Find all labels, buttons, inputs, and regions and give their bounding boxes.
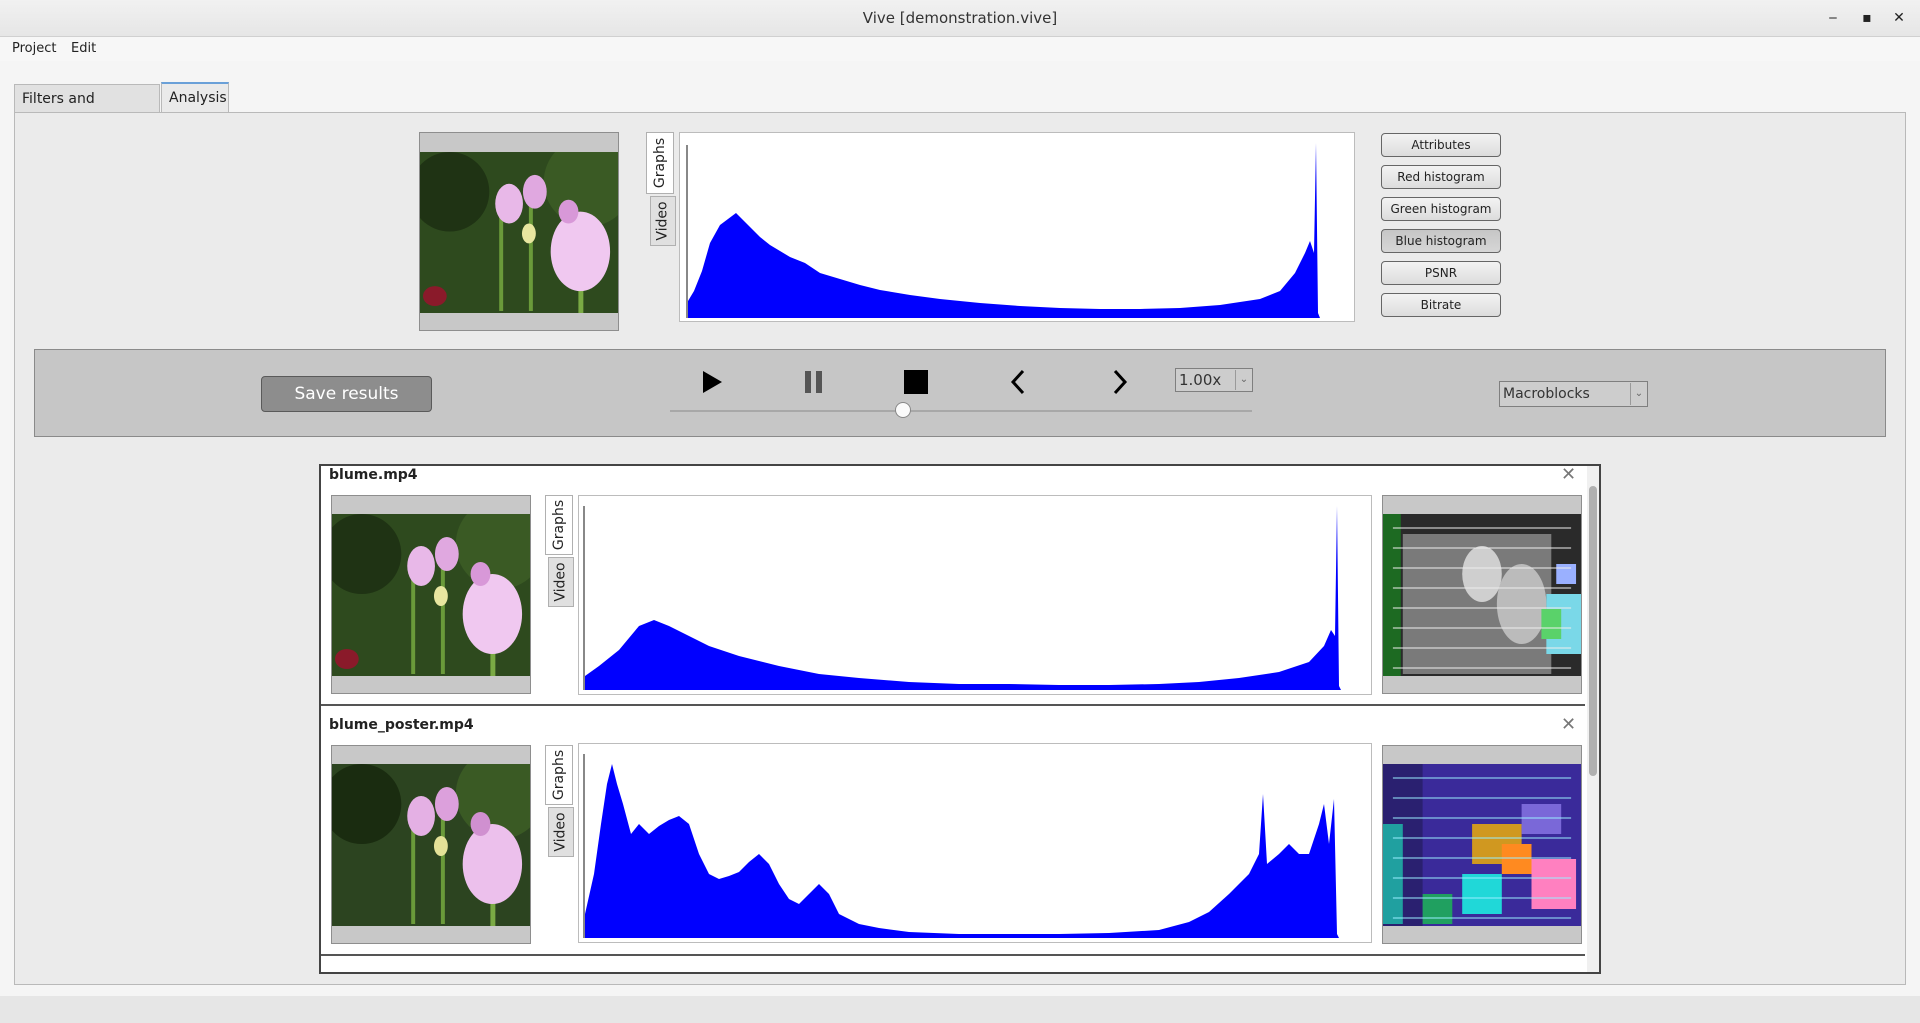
preview-tab-graphs[interactable]: Graphs <box>646 132 674 194</box>
save-results-button[interactable]: Save results <box>261 376 432 412</box>
menu-project[interactable]: Project <box>9 40 59 58</box>
play-icon[interactable] <box>692 366 732 398</box>
tulip-image <box>332 514 530 676</box>
tab-analysis[interactable]: Analysis <box>161 82 229 112</box>
video-title: blume.mp4 <box>329 467 418 483</box>
stop-icon[interactable] <box>896 366 936 398</box>
preview-tab-video[interactable]: Video <box>650 196 676 246</box>
video-thumbnail <box>331 495 531 694</box>
tab-filters-and-artefacts[interactable]: Filters and artefacts <box>14 84 160 135</box>
position-slider-handle[interactable] <box>895 402 911 418</box>
maximize-button[interactable]: ▪ <box>1856 8 1878 28</box>
psnr-button[interactable]: PSNR <box>1381 261 1501 285</box>
minimize-button[interactable]: ‒ <box>1822 8 1844 28</box>
preview-histogram-plot <box>686 143 1320 318</box>
video-histogram <box>578 495 1372 695</box>
macroblock-thumbnail <box>1382 745 1582 944</box>
video-histogram <box>578 743 1372 943</box>
blue-histogram-button[interactable]: Blue histogram <box>1381 229 1501 253</box>
pause-icon[interactable] <box>794 366 834 398</box>
video-histogram-plot <box>583 506 1341 690</box>
video-thumbnail <box>331 745 531 944</box>
red-histogram-button[interactable]: Red histogram <box>1381 165 1501 189</box>
macroblock-overlay-image <box>1383 514 1581 676</box>
menu-edit[interactable]: Edit <box>68 40 99 58</box>
position-slider[interactable] <box>670 410 1252 412</box>
menu-bar <box>0 37 1920 61</box>
overlay-mode-select[interactable]: Macroblocks <box>1499 381 1648 407</box>
chevron-right-icon[interactable] <box>1100 366 1140 398</box>
list-separator <box>321 954 1585 956</box>
speed-select-arrow[interactable]: ⌄ <box>1235 370 1252 390</box>
bitrate-button[interactable]: Bitrate <box>1381 293 1501 317</box>
tulip-image <box>420 152 618 313</box>
video-list-scrollbar-thumb[interactable] <box>1589 486 1597 776</box>
video-tab-video[interactable]: Video <box>548 807 574 857</box>
video-tab-graphs[interactable]: Graphs <box>545 745 573 805</box>
video-histogram-plot <box>583 754 1339 938</box>
chevron-left-icon[interactable] <box>998 366 1038 398</box>
video-tab-video[interactable]: Video <box>548 557 574 607</box>
window-title: Vive [demonstration.vive] <box>862 9 1058 27</box>
macroblock-overlay-image <box>1383 764 1581 926</box>
list-separator <box>321 704 1585 706</box>
close-icon[interactable]: ✕ <box>1561 714 1576 735</box>
close-icon[interactable]: ✕ <box>1561 464 1576 485</box>
close-window-button[interactable]: ✕ <box>1888 8 1910 28</box>
overlay-mode-arrow[interactable]: ⌄ <box>1630 383 1647 405</box>
video-title: blume_poster.mp4 <box>329 717 474 733</box>
preview-thumbnail <box>419 132 619 331</box>
attributes-button[interactable]: Attributes <box>1381 133 1501 157</box>
green-histogram-button[interactable]: Green histogram <box>1381 197 1501 221</box>
status-bar <box>0 996 1920 1023</box>
preview-histogram <box>679 132 1355 322</box>
video-tab-graphs[interactable]: Graphs <box>545 495 573 555</box>
macroblock-thumbnail <box>1382 495 1582 694</box>
tulip-poster-image <box>332 764 530 926</box>
